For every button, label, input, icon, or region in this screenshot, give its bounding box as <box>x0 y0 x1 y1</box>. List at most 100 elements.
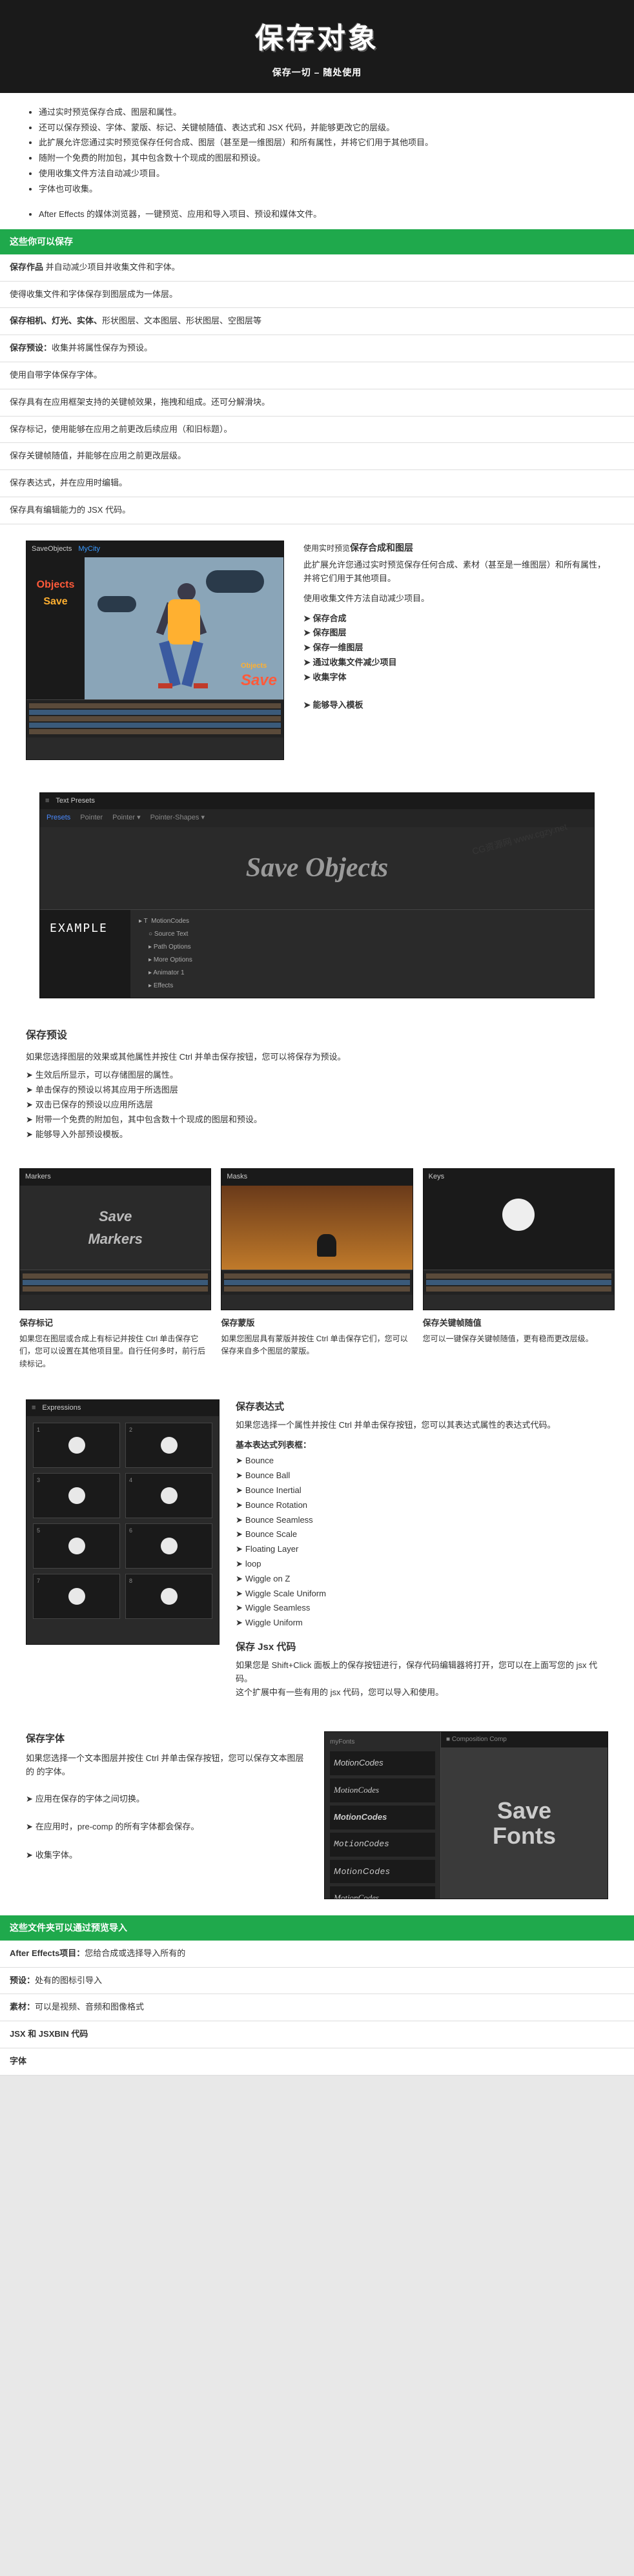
font-item[interactable]: MotionCodes <box>330 1860 435 1884</box>
section-expressions: ≡ Expressions 1 2 3 4 5 6 7 8 保存表达式 如果您选… <box>0 1383 634 1716</box>
walking-man-illustration <box>148 583 220 693</box>
font-item[interactable]: MotionCodes <box>330 1886 435 1899</box>
intro-item: 通过实时预览保存合成、图层和属性。 <box>39 106 608 119</box>
fonts-title: 保存字体 <box>26 1731 308 1747</box>
feature-text: 保存表达式，并在应用时编辑。 <box>10 478 127 488</box>
list-item: 能够导入外部预设模板。 <box>26 1128 608 1142</box>
panel-title: 保存关键帧随值 <box>423 1317 615 1330</box>
list-item: 保存图层 <box>303 626 608 640</box>
strip-word: Save <box>43 596 67 607</box>
expression-cell[interactable]: 2 <box>125 1423 212 1468</box>
panel-tab: Text Presets <box>56 796 95 807</box>
expression-cell[interactable]: 5 <box>33 1523 120 1569</box>
panel-tab: Expressions <box>42 1403 81 1414</box>
expression-cell[interactable]: 7 <box>33 1574 120 1619</box>
expression-cell[interactable]: 4 <box>125 1473 212 1518</box>
panel-tab: SaveObjects <box>32 544 72 555</box>
screenshot-masks: Masks <box>221 1168 413 1310</box>
footer-label: 预设： <box>10 1975 35 1985</box>
subsection-desc: 如果您选择图层的效果或其他属性并按住 Ctrl 并单击保存按钮，您可以将保存为预… <box>26 1051 608 1064</box>
list-item: Floating Layer <box>236 1543 608 1556</box>
list-item: 收集字体。 <box>26 1849 308 1862</box>
expression-cell[interactable]: 8 <box>125 1574 212 1619</box>
cloud-icon <box>97 596 136 612</box>
comp-tab: MyCity <box>78 544 100 555</box>
intro-list-2: After Effects 的媒体浏览器，一键预览、应用和导入项目、预设和媒体文… <box>26 208 608 222</box>
panel-tab: Keys <box>429 1171 444 1183</box>
expression-cell[interactable]: 3 <box>33 1473 120 1518</box>
panel-text: 如果您图层具有蒙版并按住 Ctrl 单击保存它们，您可以保存来自多个图层的蒙版。 <box>221 1333 413 1357</box>
hamburger-icon: ≡ <box>32 1403 36 1414</box>
screenshot-save-comp: SaveObjects MyCity Objects Save <box>26 541 284 760</box>
expr-subtitle: 基本表达式列表框： <box>236 1439 608 1452</box>
section-header-import: 这些文件夹可以通过预览导入 <box>0 1915 634 1940</box>
hero-subtitle: 保存一切 – 随处使用 <box>0 65 634 79</box>
intro-item: 使用收集文件方法自动减少项目。 <box>39 167 608 181</box>
rider-silhouette <box>317 1234 336 1257</box>
list-item: Bounce Scale <box>236 1528 608 1541</box>
screenshot-fonts: myFonts MotionCodes MotionCodes MotionCo… <box>324 1731 608 1899</box>
panel-title: 保存蒙版 <box>221 1317 413 1330</box>
footer-label: 字体 <box>10 2056 26 2066</box>
feature-text: 保存具有编辑能力的 JSX 代码。 <box>10 505 130 515</box>
intro-list-1: 通过实时预览保存合成、图层和属性。 还可以保存预设、字体、蒙版、标记、关键帧随值… <box>26 106 608 196</box>
filter-tab[interactable]: Presets <box>46 812 70 824</box>
list-item: 在应用时，pre-comp 的所有字体都会保存。 <box>26 1820 308 1834</box>
filter-tab[interactable]: Pointer ▾ <box>112 812 140 824</box>
feature-text: 并自动减少项目并收集文件和字体。 <box>46 262 180 272</box>
expression-cell[interactable]: 6 <box>125 1523 212 1569</box>
list-item: 保存合成 <box>303 612 608 626</box>
font-item[interactable]: MotionCodes <box>330 1778 435 1802</box>
footer-label: JSX 和 JSXBIN 代码 <box>10 2029 88 2039</box>
feature-arrow-list: 保存合成 保存图层 保存一维图层 通过收集文件减少项目 收集字体 <box>303 612 608 685</box>
expr-title: 保存表达式 <box>236 1399 608 1415</box>
screenshot-keyframes: Keys <box>423 1168 615 1310</box>
comp-tab: Composition Comp <box>452 1736 507 1743</box>
feature-table: 保存作品 并自动减少项目并收集文件和字体。 使得收集文件和字体保存到图层成为一体… <box>0 254 634 524</box>
footer-text: 处有的图标引导入 <box>35 1975 102 1985</box>
screenshot-expressions: ≡ Expressions 1 2 3 4 5 6 7 8 <box>26 1399 220 1645</box>
list-item: Bounce Rotation <box>236 1499 608 1512</box>
strip-word: Objects <box>32 577 79 593</box>
moon-icon <box>502 1199 535 1231</box>
section-header-save: 这些你可以保存 <box>0 229 634 254</box>
list-item: 生效后所显示，可以存储图层的属性。 <box>26 1069 608 1082</box>
feature-label: 保存预设： <box>10 343 52 353</box>
feature-text: 保存关键帧随值，并能够在应用之前更改层级。 <box>10 451 186 460</box>
font-item[interactable]: MotionCodes <box>330 1751 435 1775</box>
panel-tab: Masks <box>227 1171 247 1183</box>
subsection-title: 保存预设 <box>26 1027 608 1044</box>
section-desc: 此扩展允许您通过实时预览保存任何合成、素材（甚至是一维图层）和所有属性，并将它们… <box>303 559 608 586</box>
expression-list: Bounce Bounce Ball Bounce Inertial Bounc… <box>236 1454 608 1630</box>
hero-header: 保存对象 保存一切 – 随处使用 <box>0 0 634 93</box>
font-item[interactable]: MotionCodes <box>330 1833 435 1857</box>
intro-item: 字体也可收集。 <box>39 183 608 196</box>
hero-title: 保存对象 <box>0 16 634 61</box>
list-item: Wiggle on Z <box>236 1572 608 1586</box>
section-presets: ≡ Text Presets Presets Pointer Pointer ▾… <box>0 776 634 1015</box>
feature-text: 形状图层、文本图层、形状图层、空图层等 <box>102 316 261 325</box>
expression-cell[interactable]: 1 <box>33 1423 120 1468</box>
panel-tab: myFonts <box>330 1737 435 1747</box>
list-item: 附带一个免费的附加包，其中包含数十个现成的图层和预设。 <box>26 1113 608 1127</box>
panel-tab: Markers <box>25 1171 51 1183</box>
jsx-note: 这个扩展中有一些有用的 jsx 代码，您可以导入和使用。 <box>236 1686 608 1700</box>
intro-item: 还可以保存预设、字体、蒙版、标记、关键帧随值、表达式和 JSX 代码，并能够更改… <box>39 121 608 135</box>
timeline-panel <box>26 699 283 737</box>
prop-row: ▸ Path Options <box>136 941 589 954</box>
section-save-comp: SaveObjects MyCity Objects Save <box>0 524 634 776</box>
filter-tab[interactable]: Pointer-Shapes ▾ <box>150 812 205 824</box>
list-item: Bounce Inertial <box>236 1484 608 1498</box>
screenshot-markers: Markers Save Markers <box>19 1168 211 1310</box>
markers-text: Save Markers <box>88 1205 142 1250</box>
font-item[interactable]: MotionCodes <box>330 1806 435 1829</box>
filter-tab[interactable]: Pointer <box>80 812 103 824</box>
feature-text: 使用自带字体保存字体。 <box>10 370 102 380</box>
prop-row: ▸ Effects <box>136 980 589 993</box>
list-item: 应用在保存的字体之间切换。 <box>26 1793 308 1806</box>
example-label: EXAMPLE <box>40 910 130 998</box>
list-item: 双击已保存的预设以应用所选层 <box>26 1098 608 1112</box>
intro-item: 此扩展允许您通过实时预览保存任何合成、图层（甚至是一维图层）和所有属性，并将它们… <box>39 136 608 150</box>
list-item: Bounce Ball <box>236 1469 608 1483</box>
save-badge: Objects Save <box>241 661 277 693</box>
